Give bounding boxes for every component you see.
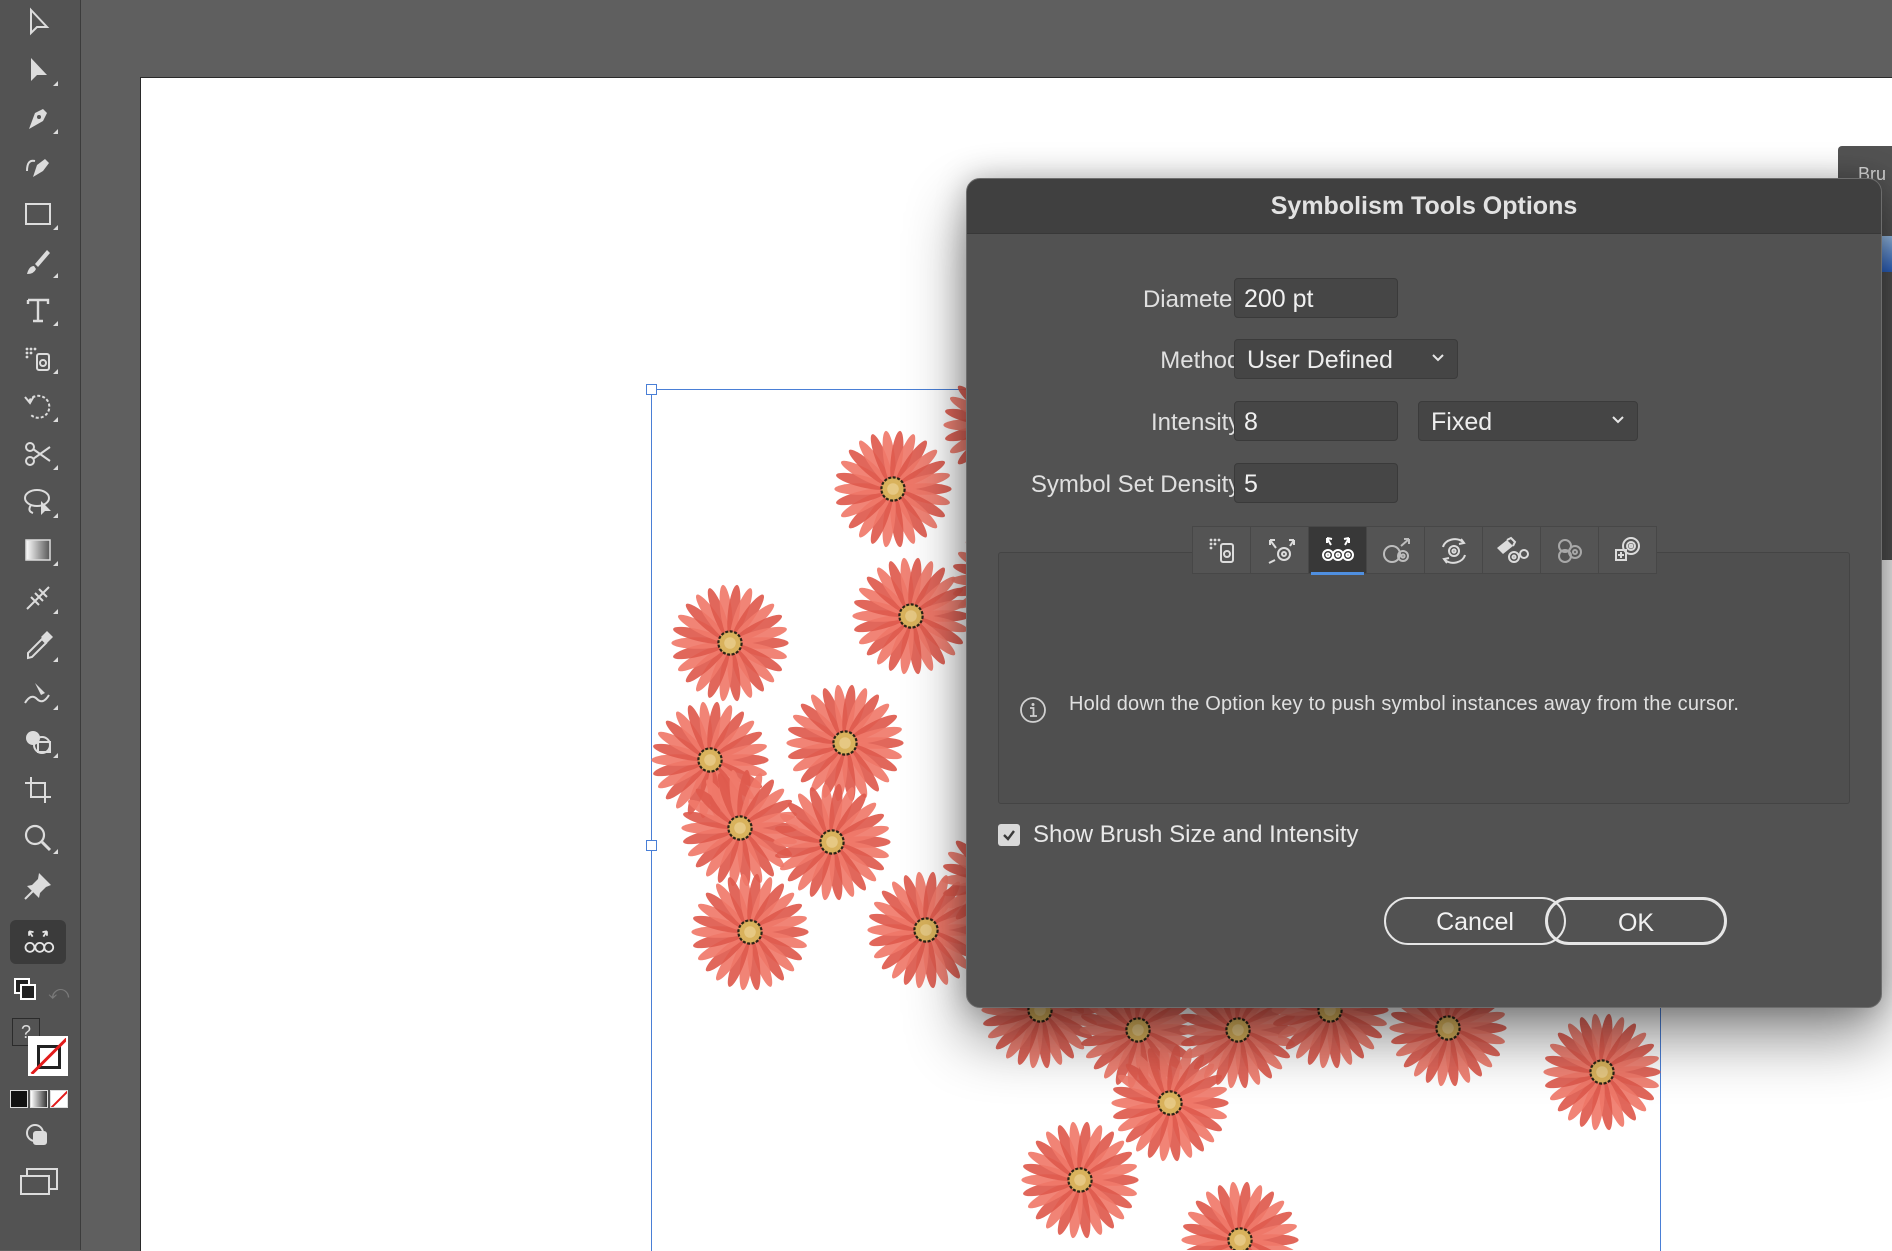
symbol-set-density-field[interactable]: 5 [1234,463,1398,503]
tab-symbol-sprayer[interactable] [1192,526,1251,574]
tool-options-group [998,552,1850,804]
daisy-symbol-instance[interactable] [834,430,952,548]
tab-symbol-scruncher[interactable] [1308,526,1367,575]
chevron-down-icon [1432,354,1444,362]
daisy-symbol-instance[interactable] [1021,1121,1139,1239]
diameter-field[interactable]: 200 pt [1234,278,1398,318]
intensity-mode-value: Fixed [1431,408,1493,436]
chevron-down-icon [1612,416,1624,424]
daisy-symbol-instance[interactable] [691,873,809,991]
method-select[interactable]: User Defined [1234,339,1458,379]
stainer-icon [1496,536,1529,563]
tab-symbol-spinner[interactable] [1424,526,1483,574]
styler-icon [1614,537,1640,561]
method-label: Method: [1160,347,1247,374]
show-brush-size-label[interactable]: Show Brush Size and Intensity [1033,821,1359,849]
spinner-icon [1441,538,1466,564]
tab-symbol-screener[interactable] [1540,526,1599,574]
intensity-label: Intensity: [1150,409,1247,436]
screener-icon [1557,539,1582,563]
tab-symbol-stainer[interactable] [1482,526,1541,574]
cancel-button[interactable]: Cancel [1384,897,1566,945]
symbolism-tool-tabs [1192,526,1657,575]
tab-symbol-shifter[interactable] [1250,526,1309,574]
info-icon [1020,697,1046,723]
tab-symbol-sizer[interactable] [1366,526,1425,574]
ok-button[interactable]: OK [1545,897,1727,945]
sprayer-icon [1209,538,1234,563]
tab-symbol-styler[interactable] [1598,526,1657,574]
scruncher-icon [1321,537,1354,561]
hint-text: Hold down the Option key to push symbol … [1069,693,1740,715]
daisy-symbol-instance[interactable] [1543,1013,1661,1131]
symbol-set-density-label: Symbol Set Density: [1030,471,1247,498]
intensity-field[interactable]: 8 [1234,401,1398,441]
daisy-symbol-instance[interactable] [1181,1181,1299,1250]
intensity-mode-select[interactable]: Fixed [1418,401,1638,441]
sizer-icon [1382,538,1410,563]
daisy-symbol-instance[interactable] [852,557,970,675]
brush-swatch [1882,236,1892,272]
method-value: User Defined [1247,346,1393,374]
dialog-title: Symbolism Tools Options [967,179,1881,234]
diameter-label: Diameter: [1142,286,1247,313]
show-brush-size-checkbox[interactable] [998,824,1020,846]
checkmark-icon [1003,830,1015,841]
daisy-symbol-instance[interactable] [786,684,904,802]
daisy-symbol-instance[interactable] [671,584,789,702]
shifter-icon [1268,539,1295,564]
symbolism-tools-options-dialog: Symbolism Tools Options Diameter: 200 pt… [966,178,1882,1008]
